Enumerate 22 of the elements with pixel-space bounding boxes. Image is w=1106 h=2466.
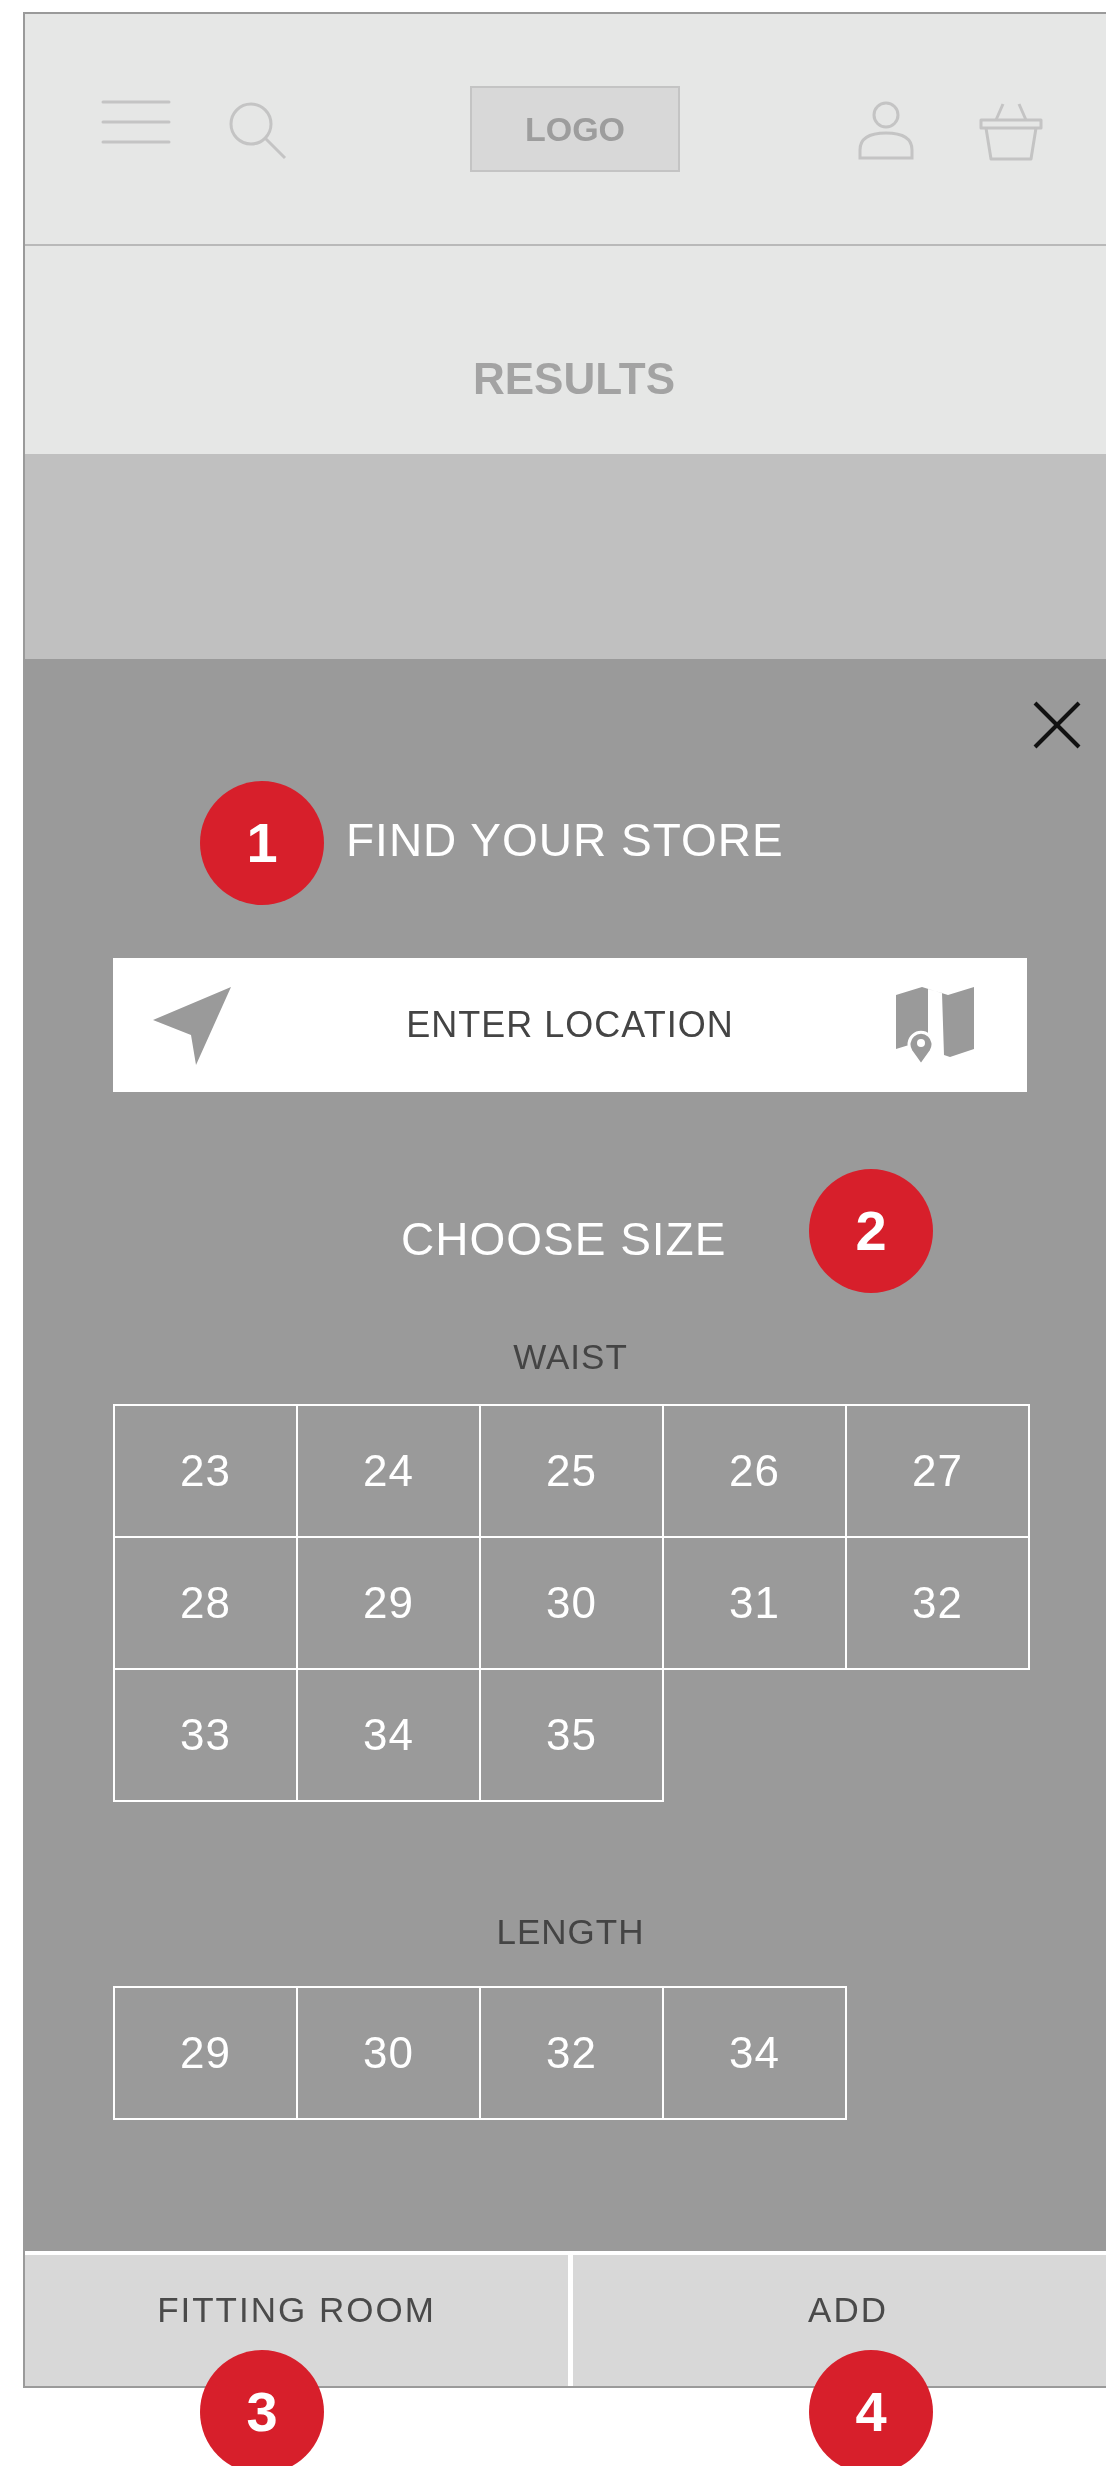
size-option[interactable]: 33 [113, 1668, 298, 1802]
size-option[interactable]: 34 [662, 1986, 847, 2120]
navigation-arrow-icon[interactable] [153, 986, 233, 1066]
search-icon[interactable] [228, 101, 288, 161]
menu-icon[interactable] [101, 100, 171, 144]
size-option[interactable]: 32 [479, 1986, 664, 2120]
size-option[interactable]: 29 [113, 1986, 298, 2120]
user-icon[interactable] [857, 100, 915, 162]
basket-icon[interactable] [978, 102, 1044, 162]
choose-size-title: CHOOSE SIZE [401, 1216, 727, 1262]
store-finder-title: FIND YOUR STORE [346, 817, 784, 863]
location-field[interactable]: ENTER LOCATION [113, 958, 1027, 1092]
size-option[interactable]: 32 [845, 1536, 1030, 1670]
close-icon[interactable] [1032, 700, 1082, 750]
size-option[interactable]: 27 [845, 1404, 1030, 1538]
length-label: LENGTH [496, 1914, 645, 1949]
size-option[interactable]: 35 [479, 1668, 664, 1802]
results-heading: RESULTS [472, 353, 676, 405]
size-option[interactable]: 23 [113, 1404, 298, 1538]
logo[interactable]: LOGO [470, 86, 680, 172]
size-option[interactable]: 30 [296, 1986, 481, 2120]
waist-label: WAIST [513, 1339, 628, 1374]
